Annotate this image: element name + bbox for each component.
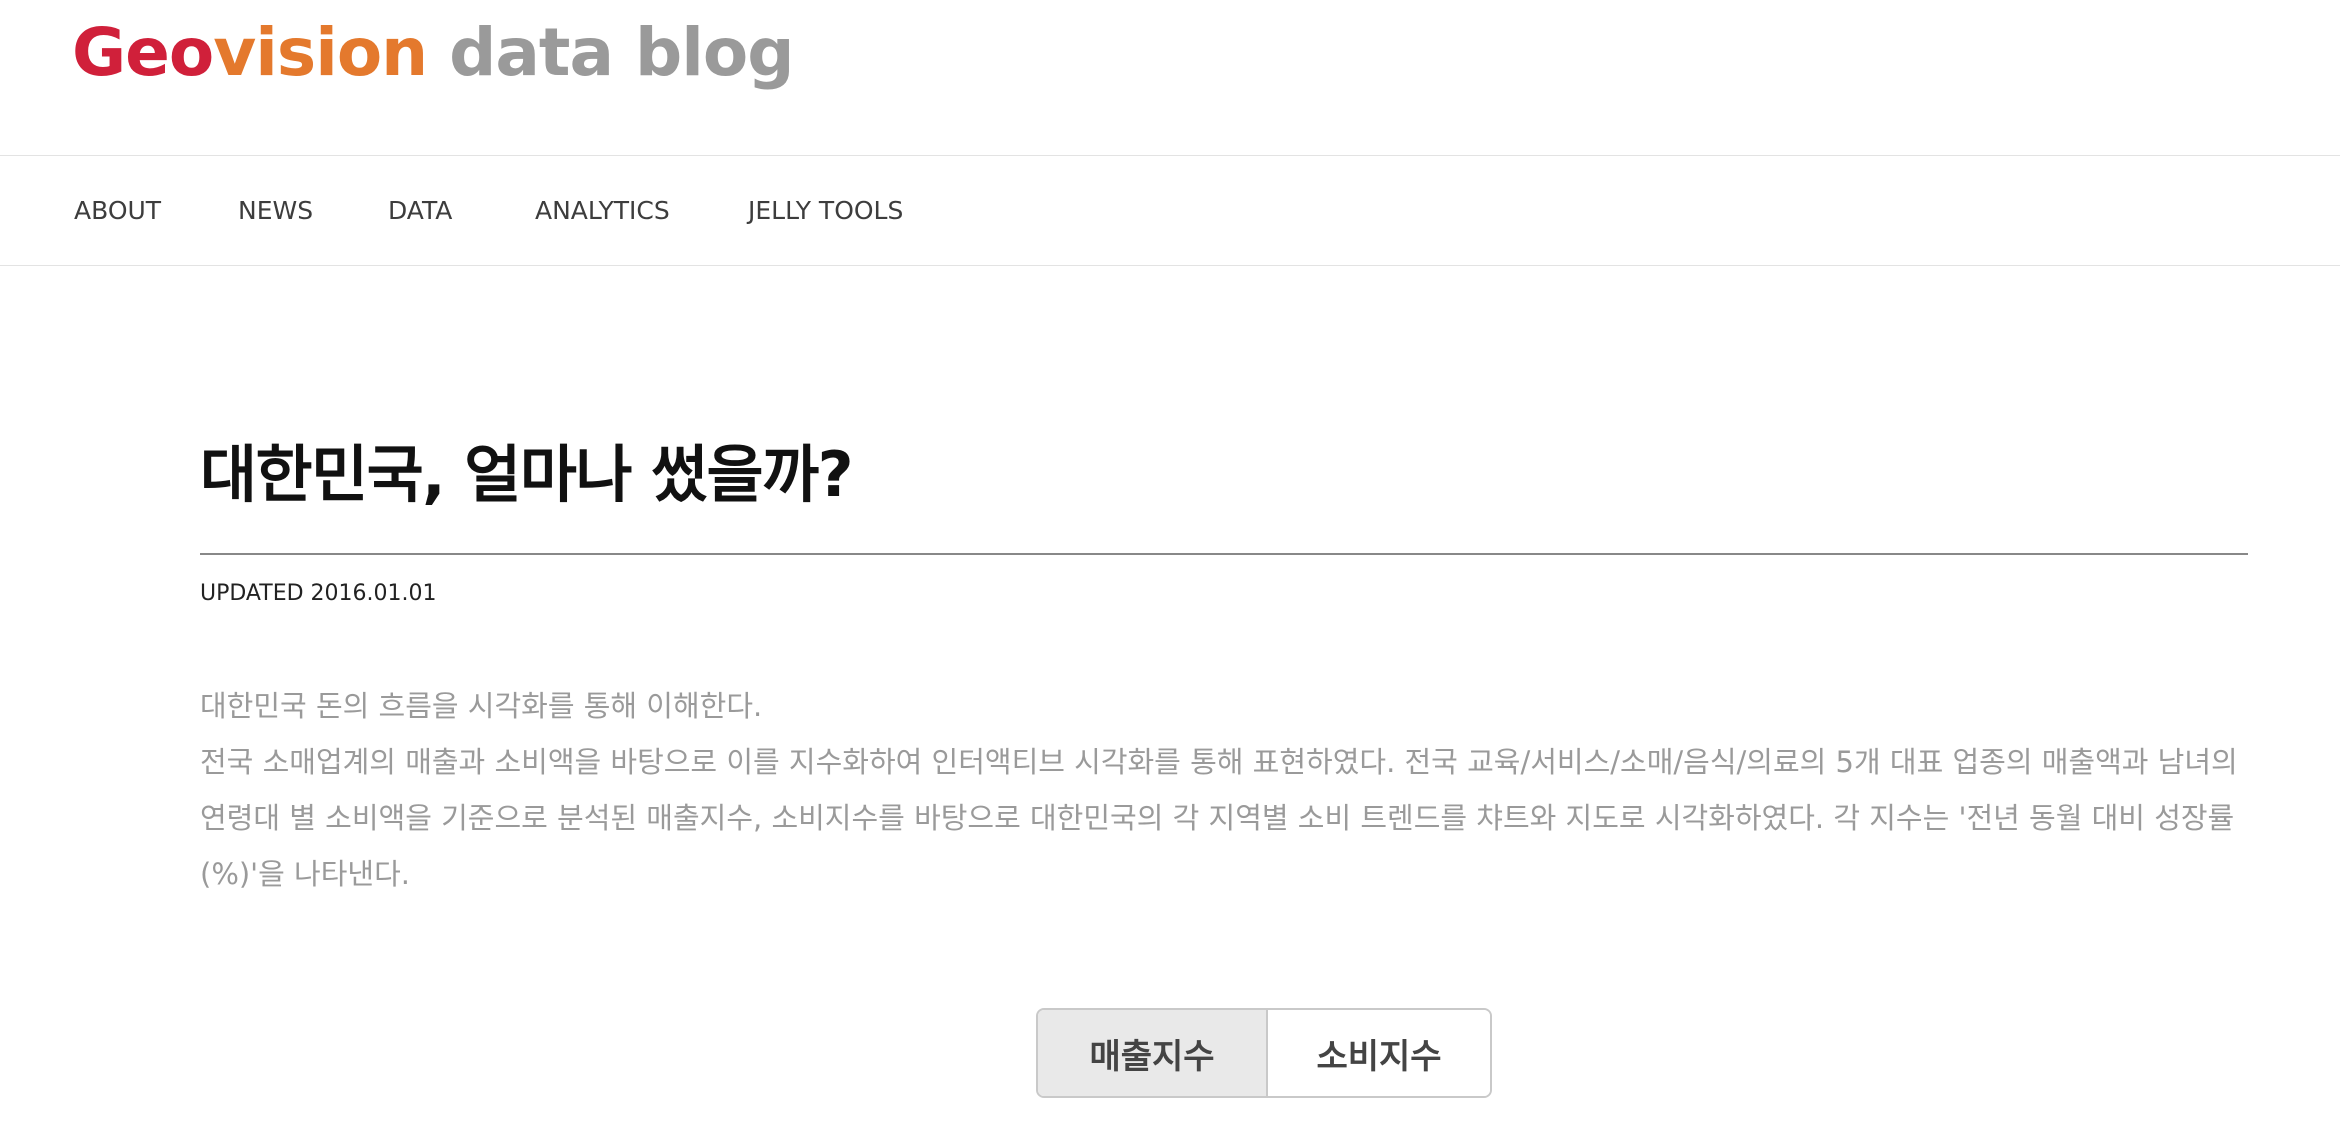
nav-item-about[interactable]: ABOUT — [74, 156, 161, 266]
nav-item-news[interactable]: NEWS — [238, 156, 313, 266]
consumption-index-tab[interactable]: 소비지수 — [1268, 1010, 1490, 1096]
description-line-1: 대한민국 돈의 흐름을 시각화를 통해 이해한다. — [200, 689, 763, 723]
page-title: 대한민국, 얼마나 썼을까? — [200, 438, 854, 511]
site-logo[interactable]: Geovision data blog — [72, 8, 794, 98]
article-description: 대한민국 돈의 흐름을 시각화를 통해 이해한다. 전국 소매업계의 매출과 소… — [200, 678, 2240, 902]
logo-text-vision: vision — [213, 14, 428, 91]
logo-text-data-blog: data blog — [427, 14, 794, 91]
site-header: Geovision data blog — [0, 0, 2340, 156]
title-divider — [200, 553, 2248, 555]
nav-item-analytics[interactable]: ANALYTICS — [535, 156, 670, 266]
nav-item-jelly-tools[interactable]: JELLY TOOLS — [748, 156, 903, 266]
updated-date: UPDATED 2016.01.01 — [200, 581, 437, 606]
index-toggle: 매출지수 소비지수 — [1036, 1008, 1492, 1098]
description-line-2: 전국 소매업계의 매출과 소비액을 바탕으로 이를 지수화하여 인터액티브 시각… — [200, 745, 2238, 891]
main-nav: ABOUT NEWS DATA ANALYTICS JELLY TOOLS — [0, 156, 2340, 266]
nav-item-data[interactable]: DATA — [388, 156, 452, 266]
sales-index-tab[interactable]: 매출지수 — [1038, 1010, 1268, 1096]
logo-text-geo: Geo — [72, 14, 214, 91]
